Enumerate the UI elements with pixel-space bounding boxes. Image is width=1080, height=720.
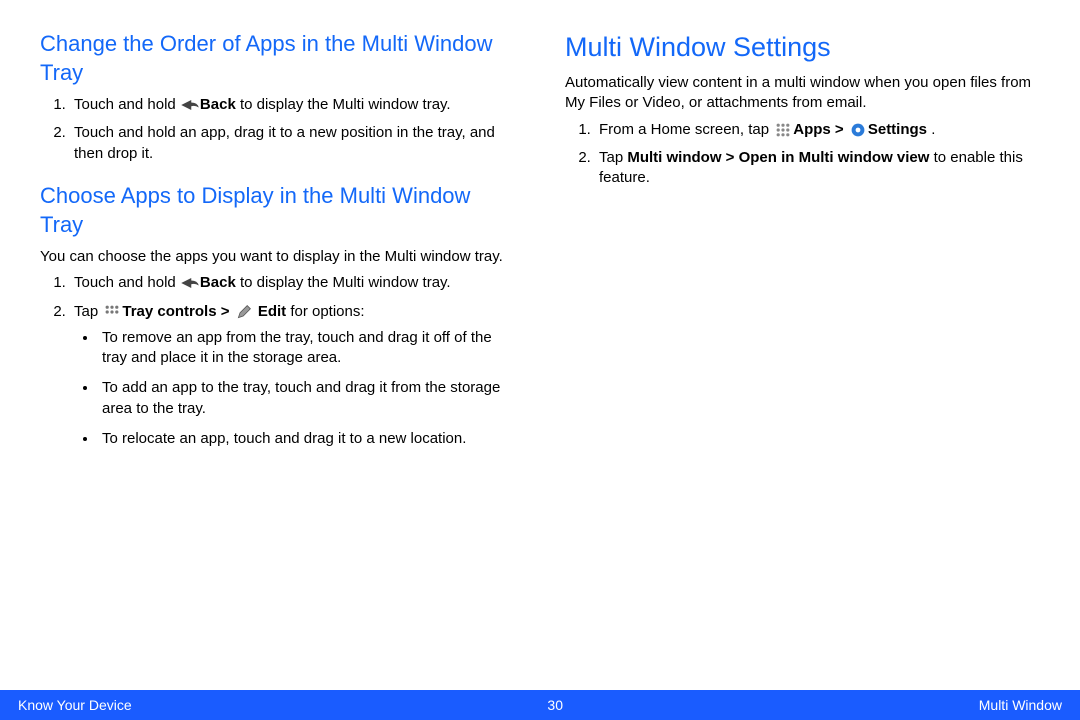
text: Touch and hold — [74, 96, 180, 113]
steps-change-order: Touch and hold Back to display the Multi… — [40, 95, 515, 164]
step2: Tap Multi window > Open in Multi window … — [595, 148, 1040, 189]
step1: Touch and hold Back to display the Multi… — [70, 273, 515, 293]
footer-right: Multi Window — [979, 697, 1062, 713]
heading-settings: Multi Window Settings — [565, 30, 1040, 65]
text: Tap — [74, 303, 102, 320]
step1: From a Home screen, tap Apps > Settings … — [595, 120, 1040, 140]
footer-bar: Know Your Device 30 Multi Window — [0, 690, 1080, 720]
tray-controls-label: Tray controls > — [122, 303, 233, 320]
section-choose-apps: Choose Apps to Display in the Multi Wind… — [40, 182, 515, 449]
text: for options: — [286, 303, 364, 320]
heading-change-order: Change the Order of Apps in the Multi Wi… — [40, 30, 515, 87]
apps-icon — [773, 122, 793, 138]
bullet-relocate: To relocate an app, touch and drag it to… — [98, 429, 515, 449]
text: Tap — [599, 149, 627, 166]
heading-choose-apps: Choose Apps to Display in the Multi Wind… — [40, 182, 515, 239]
right-column: Multi Window Settings Automatically view… — [565, 30, 1040, 688]
footer-page-number: 30 — [547, 697, 563, 713]
steps-settings: From a Home screen, tap Apps > Settings … — [565, 120, 1040, 189]
options-bullets: To remove an app from the tray, touch an… — [74, 328, 515, 449]
intro-choose-apps: You can choose the apps you want to disp… — [40, 247, 515, 267]
back-icon — [180, 97, 200, 113]
intro-settings: Automatically view content in a multi wi… — [565, 73, 1040, 114]
edit-icon — [234, 304, 254, 320]
text: From a Home screen, tap — [599, 121, 773, 138]
back-label: Back — [200, 274, 236, 291]
bold-path: Multi window > Open in Multi window view — [627, 149, 929, 166]
bullet-add: To add an app to the tray, touch and dra… — [98, 378, 515, 419]
settings-icon — [848, 122, 868, 138]
edit-label: Edit — [254, 303, 287, 320]
text: Touch and hold — [74, 274, 180, 291]
section-change-order: Change the Order of Apps in the Multi Wi… — [40, 30, 515, 164]
tray-controls-icon — [102, 304, 122, 320]
step2: Tap Tray controls > Edit for options: To… — [70, 302, 515, 450]
text: to display the Multi window tray. — [236, 274, 451, 291]
step1: Touch and hold Back to display the Multi… — [70, 95, 515, 115]
back-label: Back — [200, 96, 236, 113]
page-body: Change the Order of Apps in the Multi Wi… — [0, 0, 1080, 688]
steps-choose-apps: Touch and hold Back to display the Multi… — [40, 273, 515, 449]
bullet-remove: To remove an app from the tray, touch an… — [98, 328, 515, 369]
footer-left: Know Your Device — [18, 697, 132, 713]
text: . — [927, 121, 935, 138]
text: to display the Multi window tray. — [236, 96, 451, 113]
apps-label: Apps > — [793, 121, 848, 138]
step2: Touch and hold an app, drag it to a new … — [70, 123, 515, 164]
back-icon — [180, 275, 200, 291]
left-column: Change the Order of Apps in the Multi Wi… — [40, 30, 515, 688]
settings-label: Settings — [868, 121, 927, 138]
